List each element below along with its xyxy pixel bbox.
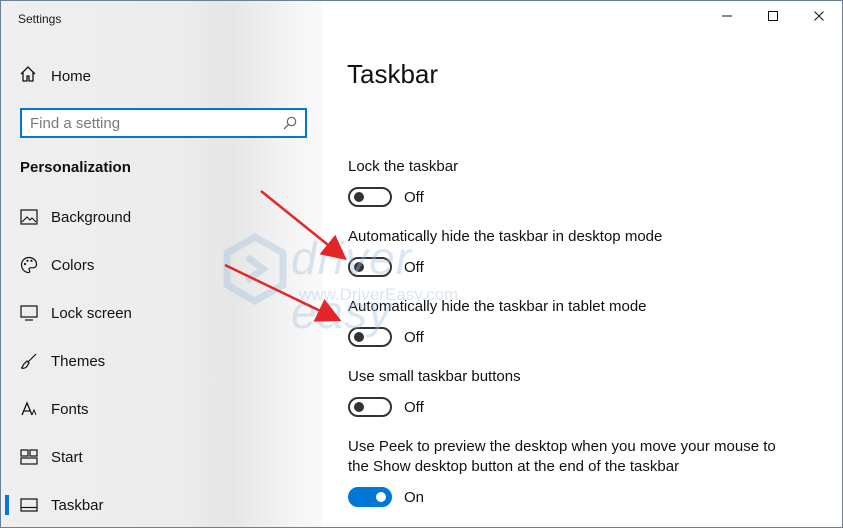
toggle-state: On (404, 488, 425, 506)
monitor-icon (20, 304, 38, 322)
sidebar-item-taskbar[interactable]: Taskbar (1, 481, 323, 527)
sidebar-item-label: Fonts (51, 400, 89, 418)
main-content: Taskbar Lock the taskbar Off Automatical… (323, 1, 842, 527)
peek-toggle[interactable] (348, 487, 392, 507)
sidebar-item-label: Colors (51, 256, 95, 274)
sidebar: Settings Home Personalization Background (1, 1, 323, 527)
setting-label: Automatically hide the taskbar in tablet… (348, 298, 647, 315)
sidebar-item-themes[interactable]: Themes (1, 337, 323, 385)
sidebar-item-fonts[interactable]: Fonts (1, 385, 323, 433)
search-icon[interactable] (283, 116, 297, 135)
home-button[interactable]: Home (19, 63, 91, 89)
sidebar-item-start[interactable]: Start (1, 433, 323, 481)
toggle-state: Off (404, 398, 424, 416)
toggle-knob (354, 332, 364, 342)
section-title: Personalization (20, 159, 131, 176)
autohide-desktop-toggle[interactable] (348, 257, 392, 277)
sidebar-item-label: Start (51, 448, 83, 466)
palette-icon (20, 256, 38, 274)
app-title: Settings (18, 12, 62, 26)
search-box[interactable] (20, 108, 307, 138)
taskbar-icon (20, 496, 38, 514)
settings-window: Settings Home Personalization Background (0, 0, 843, 528)
sidebar-item-label: Themes (51, 352, 106, 370)
font-icon (20, 400, 38, 418)
setting-label: Lock the taskbar (348, 158, 459, 175)
toggle-knob (354, 402, 364, 412)
setting-label: Use Peek to preview the desktop when you… (348, 438, 776, 475)
setting-label: Automatically hide the taskbar in deskto… (348, 228, 663, 245)
setting-label: Use small taskbar buttons (348, 368, 521, 385)
sidebar-item-label: Background (51, 208, 132, 226)
sidebar-item-lock-screen[interactable]: Lock screen (1, 289, 323, 337)
sidebar-item-background[interactable]: Background (1, 193, 323, 241)
small-buttons-toggle[interactable] (348, 397, 392, 417)
start-icon (20, 448, 38, 466)
nav-list: Background Colors Lock screen Themes Fon… (1, 193, 323, 527)
setting-peek: Use Peek to preview the desktop when you… (348, 437, 788, 507)
setting-small-buttons: Use small taskbar buttons Off (348, 367, 788, 417)
page-title: Taskbar (347, 59, 439, 89)
toggle-state: Off (404, 258, 424, 276)
sidebar-item-label: Taskbar (51, 496, 104, 514)
home-icon (19, 65, 37, 88)
toggle-knob (354, 262, 364, 272)
toggle-knob (354, 192, 364, 202)
brush-icon (20, 352, 38, 370)
toggle-state: Off (404, 328, 424, 346)
autohide-tablet-toggle[interactable] (348, 327, 392, 347)
setting-autohide-desktop: Automatically hide the taskbar in deskto… (348, 227, 788, 277)
sidebar-item-colors[interactable]: Colors (1, 241, 323, 289)
search-input[interactable] (30, 114, 270, 132)
picture-icon (20, 208, 38, 226)
home-label: Home (51, 67, 92, 85)
setting-autohide-tablet: Automatically hide the taskbar in tablet… (348, 297, 788, 347)
toggle-state: Off (404, 188, 424, 206)
toggle-knob (376, 492, 386, 502)
setting-lock-taskbar: Lock the taskbar Off (348, 157, 788, 207)
lock-taskbar-toggle[interactable] (348, 187, 392, 207)
sidebar-item-label: Lock screen (51, 304, 132, 322)
